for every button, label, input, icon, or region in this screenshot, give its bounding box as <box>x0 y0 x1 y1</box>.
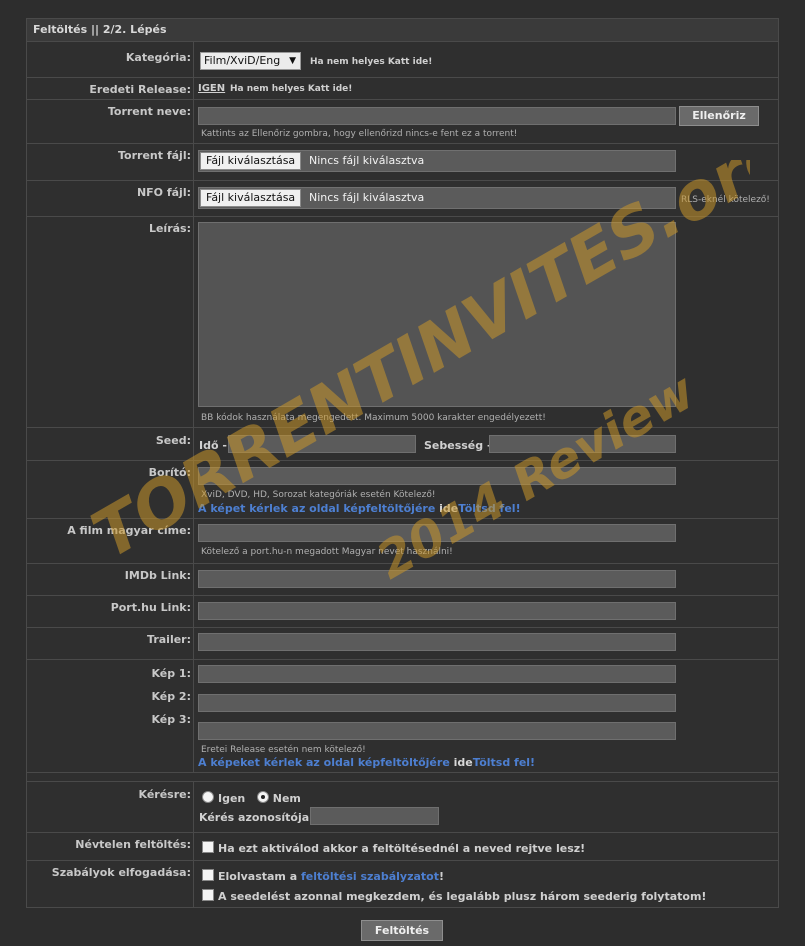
check-button[interactable]: Ellenőriz <box>679 106 759 126</box>
images-upload-note: A képeket kérlek az oldal képfeltöltőjér… <box>198 756 535 769</box>
trailer-input[interactable] <box>198 633 676 651</box>
form-title: Feltöltés || 2/2. Lépés <box>27 19 778 42</box>
porthu-input[interactable] <box>198 602 676 620</box>
label-image-3: Kép 3: <box>151 713 191 726</box>
cover-hint: XviD, DVD, HD, Sorozat kategóriák esetén… <box>201 490 436 500</box>
description-hint: BB kódok használata megengedett. Maximum… <box>201 413 546 423</box>
seed-speed-input[interactable] <box>489 435 676 453</box>
image-2-input[interactable] <box>198 694 676 712</box>
cover-upload-note: A képet kérlek az oldal képfeltöltőjére … <box>198 502 521 515</box>
request-id-input[interactable] <box>310 807 439 825</box>
label-anonymous: Névtelen feltöltés: <box>75 838 191 851</box>
cover-upload-mid: ide <box>439 502 459 515</box>
category-selected: Film/XviD/Eng <box>204 54 281 67</box>
label-nfo-file: NFO fájl: <box>136 186 191 199</box>
torrent-file-choose-button[interactable]: Fájl kiválasztása <box>200 152 302 170</box>
upload-form: Feltöltés || 2/2. Lépés Kategória: Film/… <box>26 18 779 908</box>
nfo-file-choose-button[interactable]: Fájl kiválasztása <box>200 189 302 207</box>
image-3-input[interactable] <box>198 722 676 740</box>
nfo-file-status: Nincs fájl kiválasztva <box>309 191 425 204</box>
category-hint[interactable]: Ha nem helyes Katt ide! <box>310 57 432 67</box>
hu-title-input[interactable] <box>198 524 676 542</box>
rules-text-2: A seedelést azonnal megkezdem, és legalá… <box>218 890 707 903</box>
nfo-hint: RLS-eknél kötelező! <box>681 195 770 205</box>
seed-time-input[interactable] <box>228 435 416 453</box>
hu-title-hint: Kötelező a port.hu-n megadott Magyar nev… <box>201 547 453 557</box>
imdb-input[interactable] <box>198 570 676 588</box>
rules-option-2: A seedelést azonnal megkezdem, és legalá… <box>202 889 706 903</box>
rules-option-1: Elolvastam a feltöltési szabályzatot! <box>202 869 444 883</box>
label-image-2: Kép 2: <box>151 690 191 703</box>
request-id-label: Kérés azonosítója: <box>199 811 314 824</box>
label-cover: Borító: <box>148 466 191 479</box>
seed-time-label: Idő - <box>199 439 227 452</box>
image-1-input[interactable] <box>198 665 676 683</box>
label-torrent-file: Torrent fájl: <box>118 149 191 162</box>
row-original-release: Eredeti Release: <box>27 78 778 100</box>
request-yes-radio[interactable] <box>202 791 214 803</box>
label-imdb: IMDb Link: <box>124 569 191 582</box>
rules-link[interactable]: feltöltési szabályzatot <box>301 870 439 883</box>
label-porthu: Port.hu Link: <box>110 601 191 614</box>
category-select[interactable]: Film/XviD/Eng ▼ <box>200 52 301 70</box>
label-request: Kérésre: <box>138 788 191 801</box>
label-description: Leírás: <box>148 222 191 235</box>
anonymous-checkbox[interactable] <box>202 841 214 853</box>
label-torrent-name: Torrent neve: <box>107 105 191 118</box>
label-trailer: Trailer: <box>147 633 191 646</box>
label-category: Kategória: <box>125 51 191 64</box>
nfo-file-input[interactable]: Fájl kiválasztása Nincs fájl kiválasztva <box>198 187 676 209</box>
anonymous-option: Ha ezt aktiválod akkor a feltöltésednél … <box>202 841 585 855</box>
label-original-release: Eredeti Release: <box>89 83 191 96</box>
upload-submit-button[interactable]: Feltöltés <box>361 920 443 941</box>
description-textarea[interactable] <box>198 222 676 407</box>
rules-read-checkbox[interactable] <box>202 869 214 881</box>
cover-upload-link[interactable]: Töltsd fel! <box>458 502 520 515</box>
original-release-hint[interactable]: Ha nem helyes Katt ide! <box>230 84 352 94</box>
torrent-name-hint: Kattints az Ellenőriz gombra, hogy ellen… <box>201 129 518 139</box>
label-hu-title: A film magyar címe: <box>67 524 191 537</box>
request-yes-label: Igen <box>218 792 246 805</box>
request-options: Igen Nem <box>202 791 301 805</box>
request-no-label: Nem <box>272 792 301 805</box>
torrent-name-input[interactable] <box>198 107 676 125</box>
request-no-radio[interactable] <box>256 791 269 803</box>
cover-upload-link-text[interactable]: A képet kérlek az oldal képfeltöltőjére <box>198 502 435 515</box>
images-hint: Eretei Release esetén nem kötelező! <box>201 745 366 755</box>
torrent-file-input[interactable]: Fájl kiválasztása Nincs fájl kiválasztva <box>198 150 676 172</box>
label-image-1: Kép 1: <box>151 667 191 680</box>
images-upload-link-text[interactable]: A képeket kérlek az oldal képfeltöltőjér… <box>198 756 450 769</box>
rules-text-1-end: ! <box>438 870 445 883</box>
cover-input[interactable] <box>198 467 676 485</box>
label-seed: Seed: <box>155 434 191 447</box>
seed-speed-label: Sebesség - <box>424 439 492 452</box>
chevron-down-icon: ▼ <box>289 56 296 66</box>
original-release-value[interactable]: IGEN <box>198 83 225 94</box>
torrent-file-status: Nincs fájl kiválasztva <box>309 154 425 167</box>
anonymous-text: Ha ezt aktiválod akkor a feltöltésednél … <box>218 842 586 855</box>
images-upload-link[interactable]: Töltsd fel! <box>473 756 535 769</box>
images-upload-mid: ide <box>453 756 473 769</box>
seeding-checkbox[interactable] <box>202 889 214 901</box>
label-rules: Szabályok elfogadása: <box>51 866 191 879</box>
rules-text-1: Elolvastam a <box>218 870 298 883</box>
